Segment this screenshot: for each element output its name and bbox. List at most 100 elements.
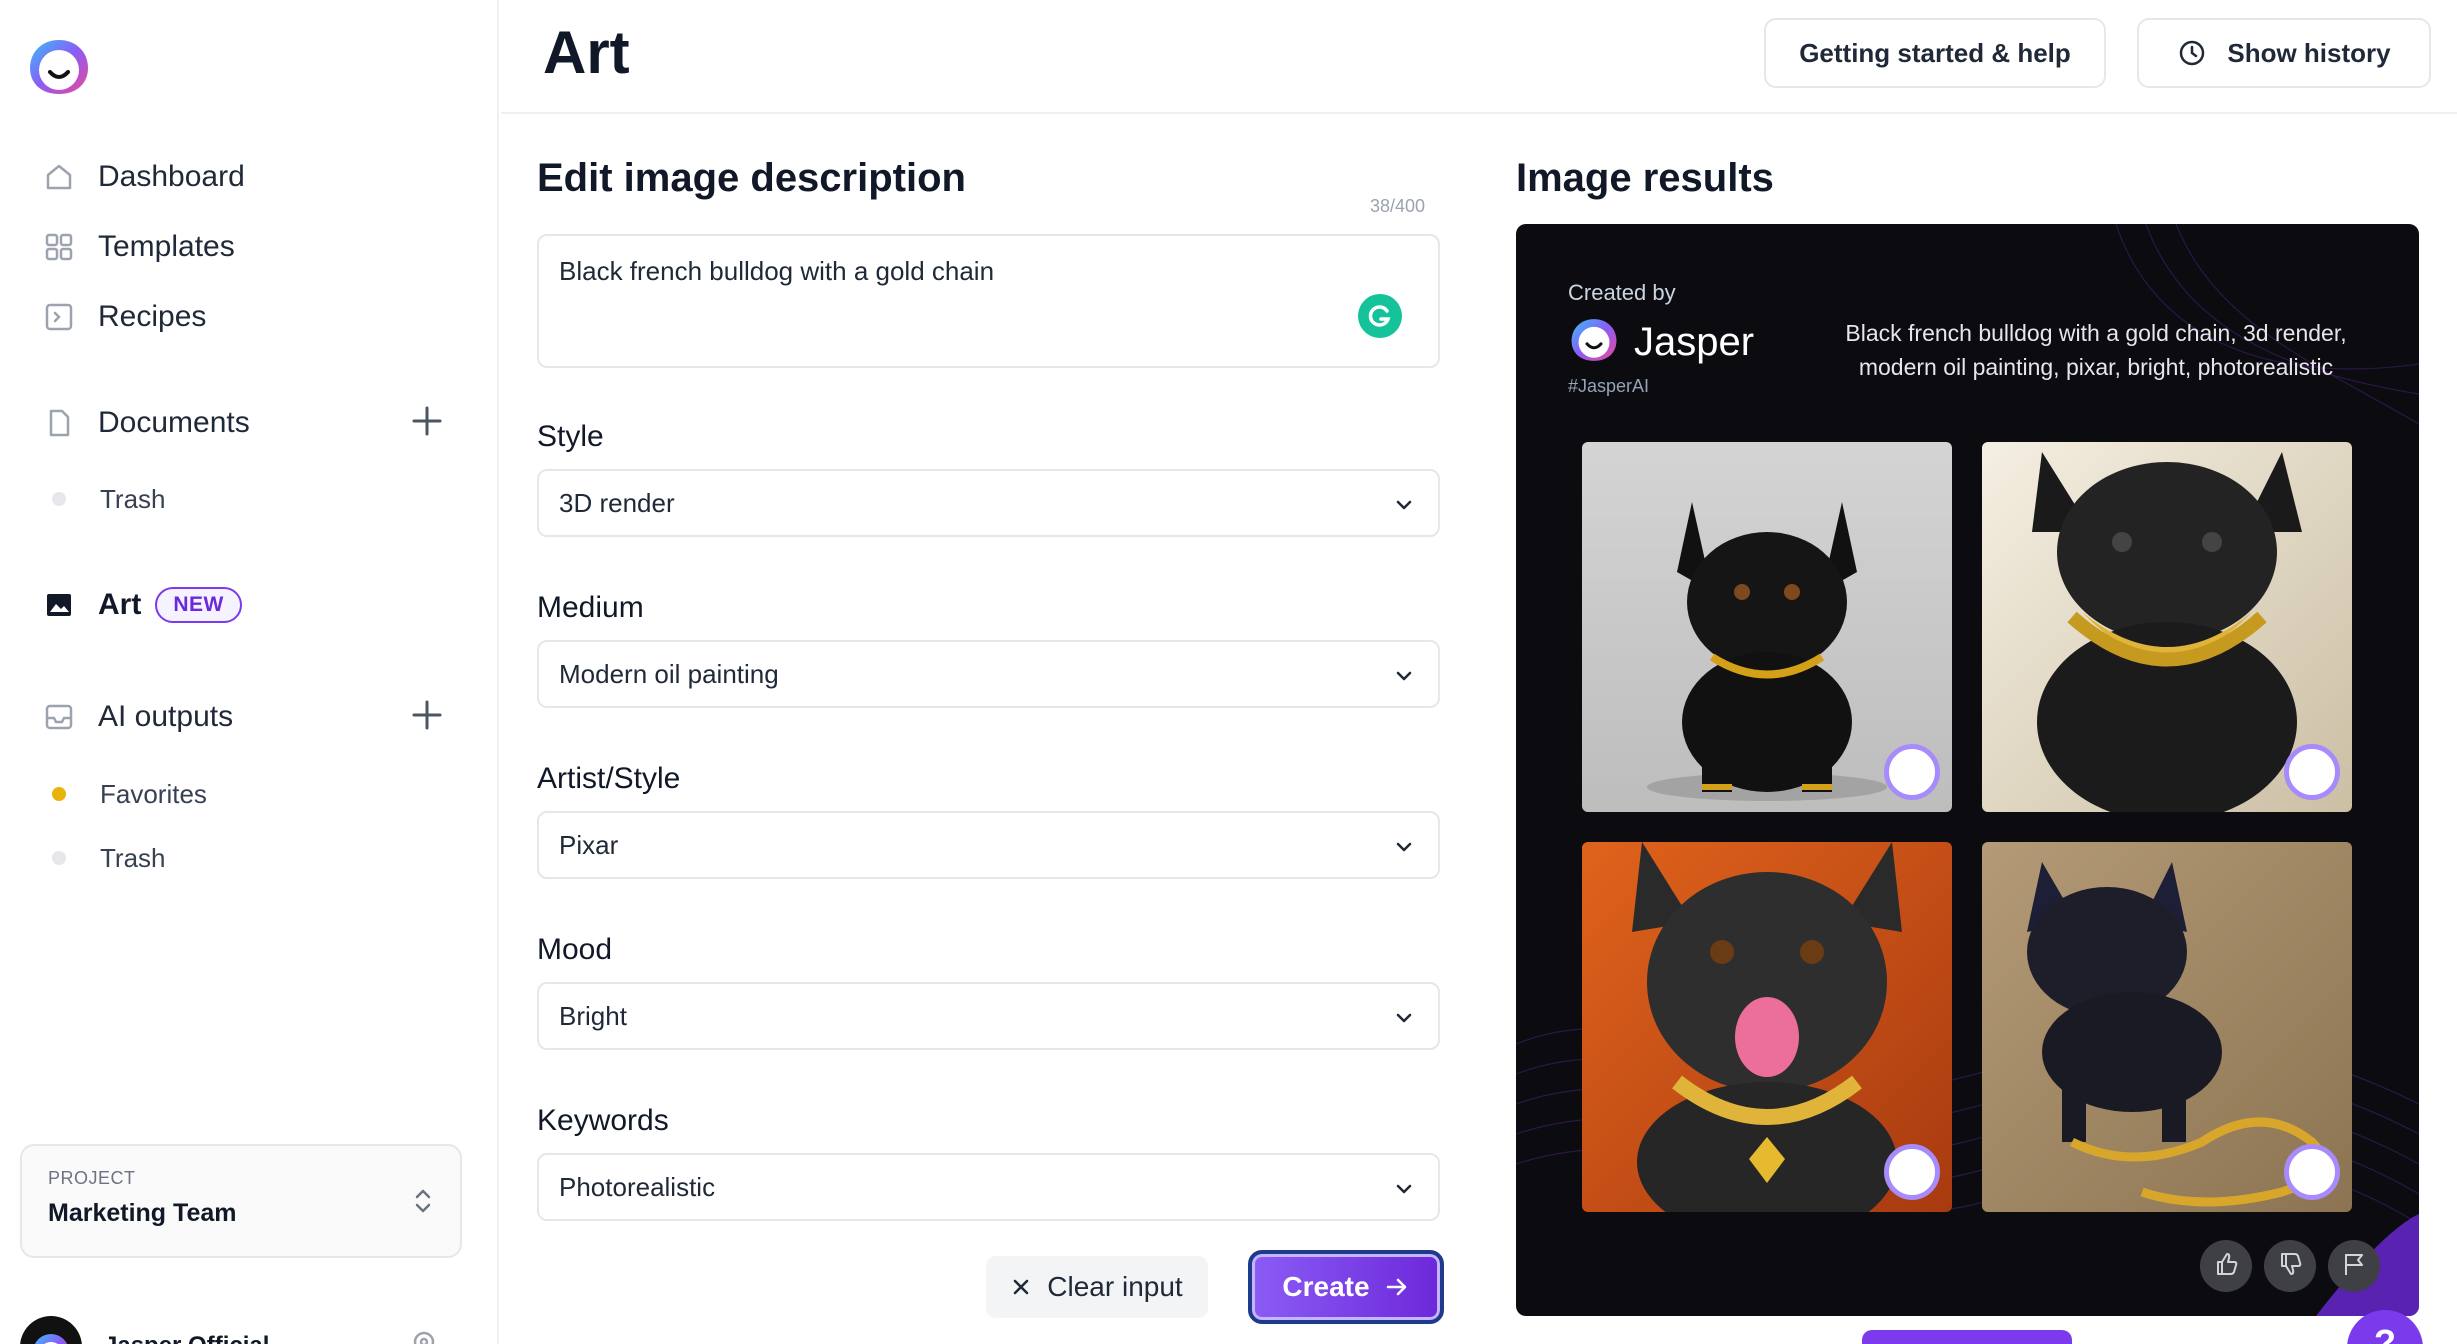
- document-icon: [42, 406, 76, 440]
- page-title: Art: [543, 19, 630, 86]
- clear-input-button[interactable]: Clear input: [986, 1256, 1208, 1318]
- user-profile[interactable]: Jasper Official: [20, 1316, 460, 1344]
- char-counter: 38/400: [1370, 196, 1426, 216]
- result-image-2[interactable]: [1982, 442, 2352, 812]
- show-history-button[interactable]: Show history: [2137, 18, 2431, 88]
- description-textarea[interactable]: Black french bulldog with a gold chain: [537, 234, 1440, 368]
- mood-select[interactable]: Bright: [537, 982, 1440, 1050]
- create-button[interactable]: Create: [1248, 1250, 1444, 1324]
- medium-value: Modern oil painting: [559, 658, 779, 689]
- sidebar-item-documents[interactable]: Documents: [42, 400, 250, 446]
- result-image-4[interactable]: [1982, 842, 2352, 1212]
- result-image-1[interactable]: [1582, 442, 1952, 812]
- style-label: Style: [537, 420, 604, 453]
- terminal-icon: [42, 300, 76, 334]
- project-selector[interactable]: PROJECT Marketing Team: [20, 1144, 462, 1258]
- sidebar-item-ai-outputs[interactable]: AI outputs: [42, 694, 233, 740]
- chevron-up-down-icon: [412, 1186, 434, 1221]
- image-icon: [42, 588, 76, 622]
- generated-prompt: Black french bulldog with a gold chain, …: [1845, 320, 2347, 380]
- sidebar-item-dashboard[interactable]: Dashboard: [42, 154, 245, 200]
- sidebar-item-label: Art: [98, 588, 142, 621]
- grid-icon: [42, 230, 76, 264]
- created-by-label: Created by: [1568, 280, 1676, 305]
- avatar: [20, 1316, 82, 1344]
- jasper-logo-icon: [1568, 316, 1620, 369]
- thumbs-up-button[interactable]: [2200, 1240, 2252, 1292]
- close-icon: [1011, 1277, 1031, 1297]
- keywords-value: Photorealistic: [559, 1171, 716, 1202]
- flag-button[interactable]: [2328, 1240, 2380, 1292]
- grammarly-icon[interactable]: [1358, 294, 1402, 338]
- thumbs-down-button[interactable]: [2264, 1240, 2316, 1292]
- style-value: 3D render: [559, 487, 675, 518]
- image-results-panel: Created by Jasper #JasperAI Black french…: [1516, 224, 2419, 1316]
- artist-style-select[interactable]: Pixar: [537, 811, 1440, 879]
- arrow-right-icon: [1384, 1274, 1410, 1300]
- plus-icon: [411, 405, 443, 442]
- plus-icon: [411, 699, 443, 736]
- chevron-down-icon: [1392, 493, 1416, 524]
- edit-description-title: Edit image description: [537, 156, 966, 200]
- sidebar-item-label: AI outputs: [98, 700, 234, 733]
- chevron-down-icon: [1392, 835, 1416, 866]
- description-text: Black french bulldog with a gold chain: [559, 256, 995, 286]
- inbox-icon: [42, 700, 76, 734]
- image-results-title: Image results: [1516, 156, 1774, 200]
- getting-started-label: Getting started & help: [1799, 37, 2071, 68]
- result-image-3[interactable]: [1582, 842, 1952, 1212]
- style-select[interactable]: 3D render: [537, 469, 1440, 537]
- sidebar-item-label: Recipes: [98, 300, 207, 333]
- keywords-label: Keywords: [537, 1104, 669, 1137]
- bottom-action-button[interactable]: [1862, 1330, 2072, 1344]
- sidebar-item-recipes[interactable]: Recipes: [42, 294, 206, 340]
- project-label: PROJECT: [48, 1168, 136, 1188]
- sidebar-item-templates[interactable]: Templates: [42, 224, 235, 270]
- top-header: Art Getting started & help Show history: [501, 0, 2457, 114]
- sidebar-item-outputs-trash[interactable]: Trash: [52, 838, 166, 878]
- project-name: Marketing Team: [48, 1199, 237, 1227]
- thumbs-up-icon: [2212, 1250, 2240, 1283]
- medium-label: Medium: [537, 591, 644, 624]
- medium-select[interactable]: Modern oil painting: [537, 640, 1440, 708]
- jasper-logo-icon[interactable]: [26, 36, 92, 98]
- keywords-select[interactable]: Photorealistic: [537, 1153, 1440, 1221]
- create-label: Create: [1282, 1271, 1370, 1302]
- flag-icon: [2340, 1250, 2368, 1283]
- jasper-watermark-icon: [2284, 744, 2340, 800]
- sidebar: Dashboard Templates Recipes Documents Tr…: [0, 0, 499, 1344]
- chevron-down-icon: [1392, 1177, 1416, 1208]
- artist-style-label: Artist/Style: [537, 762, 681, 795]
- add-ai-output-button[interactable]: [408, 698, 446, 736]
- add-document-button[interactable]: [408, 404, 446, 442]
- jasper-watermark-icon: [1884, 744, 1940, 800]
- status-dot: [52, 851, 66, 865]
- gear-icon[interactable]: [410, 1328, 438, 1344]
- sidebar-item-documents-trash[interactable]: Trash: [52, 479, 166, 519]
- chevron-down-icon: [1392, 1006, 1416, 1037]
- thumbs-down-icon: [2276, 1250, 2304, 1283]
- home-icon: [42, 160, 76, 194]
- mood-value: Bright: [559, 1000, 627, 1031]
- clear-input-label: Clear input: [1047, 1271, 1183, 1302]
- new-badge: NEW: [155, 587, 242, 623]
- sidebar-item-label: Dashboard: [98, 160, 245, 193]
- sidebar-item-label: Templates: [98, 230, 235, 263]
- sidebar-item-label: Trash: [100, 842, 166, 873]
- sidebar-item-label: Favorites: [100, 778, 207, 809]
- sidebar-item-art[interactable]: Art NEW: [42, 582, 242, 628]
- sidebar-item-label: Documents: [98, 406, 250, 439]
- getting-started-button[interactable]: Getting started & help: [1764, 18, 2106, 88]
- sidebar-item-label: Trash: [100, 483, 166, 514]
- hashtag: #JasperAI: [1568, 376, 1650, 396]
- favorite-dot: [52, 787, 66, 801]
- brand-name: Jasper: [1634, 320, 1755, 364]
- jasper-watermark-icon: [2284, 1144, 2340, 1200]
- sidebar-item-favorites[interactable]: Favorites: [52, 774, 207, 814]
- jasper-brand: Jasper: [1568, 316, 1754, 369]
- status-dot: [52, 492, 66, 506]
- show-history-label: Show history: [2227, 37, 2391, 68]
- artist-style-value: Pixar: [559, 829, 619, 860]
- mood-label: Mood: [537, 933, 613, 966]
- jasper-watermark-icon: [1884, 1144, 1940, 1200]
